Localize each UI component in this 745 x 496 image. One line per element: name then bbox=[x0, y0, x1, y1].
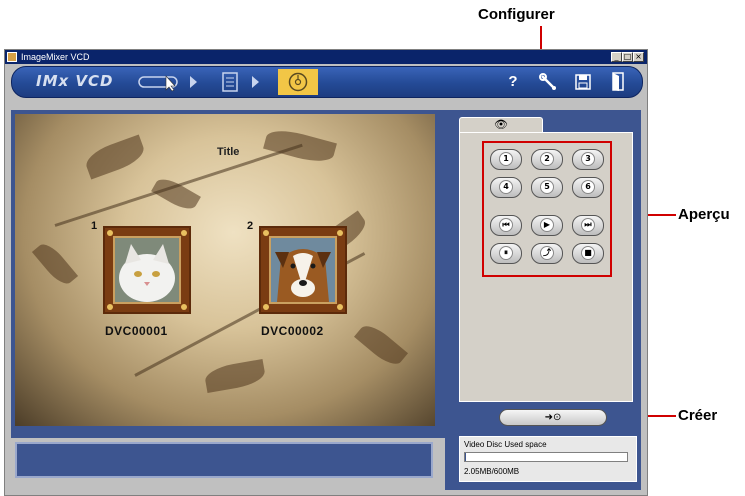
status-frame bbox=[11, 438, 439, 484]
previous-icon: ⏮ bbox=[499, 218, 513, 232]
title-bar[interactable]: ImageMixer VCD _ □ × bbox=[5, 50, 647, 64]
create-disc-button[interactable]: ➜⊙ bbox=[499, 409, 607, 426]
tab-panel: 1 2 3 4 5 6 ⏮ ▶ ⏭ ⏸ ⤴ ■ bbox=[459, 132, 633, 402]
menu-preview: Title 1 DVC00001 2 DVC00002 bbox=[15, 114, 435, 426]
exit-door-icon[interactable] bbox=[610, 72, 626, 92]
thumbnail-label: DVC00001 bbox=[105, 324, 168, 338]
number-button-4[interactable]: 4 bbox=[490, 177, 522, 198]
leaf-decoration bbox=[354, 319, 408, 371]
number-2-label: 2 bbox=[540, 152, 554, 166]
pause-button[interactable]: ⏸ bbox=[490, 243, 522, 264]
close-button[interactable]: × bbox=[633, 52, 644, 62]
menu-title: Title bbox=[217, 146, 240, 158]
step-edit-button[interactable] bbox=[220, 72, 240, 92]
stop-button[interactable]: ■ bbox=[572, 243, 604, 264]
step-capture-button[interactable] bbox=[138, 72, 184, 92]
main-toolbar: IMx VCD ? bbox=[11, 66, 643, 98]
nail-icon bbox=[337, 230, 343, 236]
callout-creer: Créer bbox=[678, 407, 718, 424]
save-floppy-icon[interactable] bbox=[574, 73, 592, 91]
remote-control-highlight: 1 2 3 4 5 6 ⏮ ▶ ⏭ ⏸ ⤴ ■ bbox=[482, 141, 612, 277]
return-button[interactable]: ⤴ bbox=[531, 243, 563, 264]
leaf-decoration bbox=[203, 358, 267, 394]
maximize-button[interactable]: □ bbox=[622, 52, 633, 62]
disc-usage-box: Video Disc Used space 2.05MB/600MB bbox=[459, 436, 637, 482]
thumbnail-dog bbox=[269, 236, 337, 304]
help-icon[interactable]: ? bbox=[504, 73, 522, 91]
play-button[interactable]: ▶ bbox=[531, 215, 563, 236]
number-button-5[interactable]: 5 bbox=[531, 177, 563, 198]
disc-usage-size: 2.05MB/600MB bbox=[464, 467, 520, 476]
number-button-2[interactable]: 2 bbox=[531, 149, 563, 170]
callout-apercu: Aperçu bbox=[678, 206, 730, 223]
number-button-6[interactable]: 6 bbox=[572, 177, 604, 198]
leaf-decoration bbox=[82, 134, 148, 180]
list-page-icon bbox=[222, 72, 238, 92]
disc-usage-bar bbox=[464, 452, 628, 462]
nail-icon bbox=[181, 230, 187, 236]
nail-icon bbox=[263, 304, 269, 310]
thumbnail-label: DVC00002 bbox=[261, 324, 324, 338]
status-panel bbox=[15, 442, 433, 478]
return-icon: ⤴ bbox=[540, 246, 554, 260]
app-logo: IMx VCD bbox=[36, 72, 114, 90]
capture-cursor-icon bbox=[138, 75, 178, 92]
play-icon: ▶ bbox=[540, 218, 554, 232]
number-1-label: 1 bbox=[499, 152, 513, 166]
next-icon: ⏭ bbox=[581, 218, 595, 232]
thumbnail-frame[interactable] bbox=[103, 226, 191, 314]
number-button-1[interactable]: 1 bbox=[490, 149, 522, 170]
pause-icon: ⏸ bbox=[499, 246, 513, 260]
nail-icon bbox=[337, 304, 343, 310]
app-icon bbox=[7, 52, 17, 62]
tab-preview[interactable]: 👁 bbox=[459, 117, 543, 133]
nail-icon bbox=[107, 230, 113, 236]
thumbnail-frame[interactable] bbox=[259, 226, 347, 314]
step-arrow-icon bbox=[190, 76, 197, 88]
step-arrow-icon bbox=[252, 76, 259, 88]
preview-control-panel: 👁 1 2 3 4 5 6 ⏮ ▶ ⏭ ⏸ ⤴ ■ ➜⊙ Video Disc … bbox=[445, 110, 641, 490]
configure-wrench-icon[interactable] bbox=[539, 73, 557, 91]
preview-frame: Title 1 DVC00001 2 DVC00002 bbox=[11, 110, 447, 438]
number-button-3[interactable]: 3 bbox=[572, 149, 604, 170]
next-button[interactable]: ⏭ bbox=[572, 215, 604, 236]
item-number: 2 bbox=[247, 220, 254, 232]
nail-icon bbox=[263, 230, 269, 236]
thumbnail-cat bbox=[113, 236, 181, 304]
number-6-label: 6 bbox=[581, 180, 595, 194]
number-3-label: 3 bbox=[581, 152, 595, 166]
minimize-button[interactable]: _ bbox=[611, 52, 622, 62]
number-4-label: 4 bbox=[499, 180, 513, 194]
disc-create-icon bbox=[288, 72, 308, 92]
app-window: ImageMixer VCD _ □ × IMx VCD ? Title 1 D… bbox=[4, 49, 648, 496]
stop-icon: ■ bbox=[581, 246, 595, 260]
callout-configurer: Configurer bbox=[478, 6, 555, 23]
nail-icon bbox=[107, 304, 113, 310]
number-5-label: 5 bbox=[540, 180, 554, 194]
nail-icon bbox=[181, 304, 187, 310]
disc-usage-fill bbox=[465, 453, 466, 461]
step-create-button[interactable] bbox=[278, 69, 318, 95]
eye-icon: 👁 bbox=[494, 119, 508, 131]
item-number: 1 bbox=[91, 220, 98, 232]
window-title: ImageMixer VCD bbox=[21, 52, 90, 62]
previous-button[interactable]: ⏮ bbox=[490, 215, 522, 236]
leaf-decoration bbox=[31, 239, 79, 289]
disc-usage-label: Video Disc Used space bbox=[464, 440, 547, 449]
